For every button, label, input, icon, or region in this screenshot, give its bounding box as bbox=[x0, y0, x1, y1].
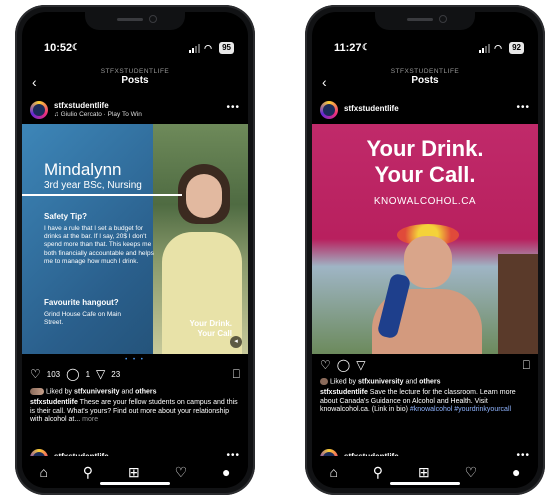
tip-body: I have a rule that I set a budget for dr… bbox=[44, 225, 154, 265]
page-header: ‹ STFXSTUDENTLIFE Posts bbox=[312, 68, 538, 94]
comments-count: 1 bbox=[85, 369, 91, 379]
home-icon[interactable]: ⌂ bbox=[329, 464, 337, 480]
overlay-tagline: Your Drink. Your Call bbox=[189, 319, 232, 338]
battery-indicator: 95 bbox=[219, 42, 234, 54]
liker-avatars bbox=[30, 388, 44, 395]
home-indicator bbox=[390, 482, 460, 485]
post-image[interactable]: Mindalynn 3rd year BSc, Nursing Safety T… bbox=[22, 124, 248, 354]
student-name: Mindalynn bbox=[44, 160, 122, 179]
tip-heading: Safety Tip? bbox=[44, 212, 87, 221]
liked-by-line[interactable]: Liked by stfxuniversity and others bbox=[30, 388, 240, 395]
more-options-icon[interactable]: ••• bbox=[226, 102, 240, 113]
comment-icon[interactable]: ◯ bbox=[66, 367, 79, 381]
comment-icon[interactable]: ◯ bbox=[337, 358, 350, 372]
right-phone-frame: 11:27 ☾ ◠ 92 ‹ STFXSTUDENTLIFE Posts stf… bbox=[305, 5, 545, 495]
profile-icon[interactable]: ● bbox=[222, 464, 230, 480]
home-icon[interactable]: ⌂ bbox=[39, 464, 47, 480]
status-time: 11:27 bbox=[334, 42, 362, 54]
wifi-icon: ◠ bbox=[204, 43, 212, 53]
battery-indicator: 92 bbox=[509, 42, 524, 54]
post-username[interactable]: stfxstudentlife bbox=[344, 104, 399, 113]
music-label[interactable]: ♫ Giulio Cercato · Play To Win bbox=[54, 111, 142, 118]
more-link[interactable]: more bbox=[82, 416, 98, 423]
header-account: STFXSTUDENTLIFE bbox=[390, 68, 460, 75]
left-phone-frame: 10:52 ☾ ◠ 95 ‹ STFXSTUDENTLIFE Posts stf… bbox=[15, 5, 255, 495]
page-title: Posts bbox=[121, 75, 149, 86]
right-notch bbox=[375, 12, 475, 30]
heart-icon[interactable]: ♡ bbox=[320, 358, 331, 372]
shares-count: 23 bbox=[111, 369, 121, 379]
headline-line-1: Your Drink. bbox=[366, 136, 484, 161]
post-username[interactable]: stfxstudentlife bbox=[54, 101, 109, 110]
person-face bbox=[404, 236, 452, 288]
search-icon[interactable]: ⚲ bbox=[83, 464, 93, 481]
liked-by-line[interactable]: Liked by stfxuniversity and others bbox=[320, 378, 530, 385]
brand-url: KNOWALCOHOL.CA bbox=[373, 196, 477, 207]
left-phone-screen: 10:52 ☾ ◠ 95 ‹ STFXSTUDENTLIFE Posts stf… bbox=[22, 12, 248, 488]
header-account: STFXSTUDENTLIFE bbox=[100, 68, 170, 75]
add-post-icon[interactable]: ⊞ bbox=[128, 464, 140, 481]
activity-heart-icon[interactable]: ♡ bbox=[175, 464, 188, 481]
heart-icon[interactable]: ♡ bbox=[30, 367, 41, 381]
caption-username[interactable]: stfxstudentlife bbox=[30, 399, 78, 406]
post-header: stfxstudentlife ••• bbox=[320, 100, 530, 124]
bookmark-icon[interactable]: ⎕ bbox=[523, 358, 530, 373]
likes-count: 103 bbox=[46, 369, 61, 379]
profile-icon[interactable]: ● bbox=[512, 464, 520, 480]
bookmark-icon[interactable]: ⎕ bbox=[233, 367, 240, 382]
right-phone-screen: 11:27 ☾ ◠ 92 ‹ STFXSTUDENTLIFE Posts stf… bbox=[312, 12, 538, 488]
status-bar: 10:52 ☾ ◠ 95 bbox=[38, 42, 234, 56]
home-indicator bbox=[100, 482, 170, 485]
status-bar: 11:27 ☾ ◠ 92 bbox=[328, 42, 524, 56]
hangout-heading: Favourite hangout? bbox=[44, 298, 119, 307]
moon-icon: ☾ bbox=[72, 42, 81, 52]
chevron-left-icon[interactable]: ‹ bbox=[32, 74, 37, 90]
avatar[interactable] bbox=[320, 101, 338, 119]
person-face bbox=[186, 174, 222, 218]
activity-heart-icon[interactable]: ♡ bbox=[465, 464, 478, 481]
post-image[interactable]: Your Drink. Your Call. KNOWALCOHOL.CA bbox=[312, 124, 538, 354]
page-header: ‹ STFXSTUDENTLIFE Posts bbox=[22, 68, 248, 94]
headline-line-2: Your Call. bbox=[374, 162, 476, 187]
post-caption: stfxstudentlife These are your fellow st… bbox=[30, 399, 240, 425]
left-notch bbox=[85, 12, 185, 30]
share-icon[interactable]: ▽ bbox=[96, 367, 105, 381]
caption-hashtags[interactable]: #knowalcohol #yourdrinkyourcall bbox=[410, 406, 511, 413]
status-time: 10:52 bbox=[44, 42, 73, 54]
carousel-dots: • • • bbox=[125, 357, 145, 363]
liker-avatar bbox=[320, 378, 328, 385]
share-icon[interactable]: ▽ bbox=[356, 358, 365, 372]
avatar[interactable] bbox=[30, 101, 48, 119]
post-header: stfxstudentlife ♫ Giulio Cercato · Play … bbox=[30, 100, 240, 124]
more-options-icon[interactable]: ••• bbox=[516, 102, 530, 113]
post-actions: ♡ ◯ ▽ ⎕ bbox=[320, 357, 530, 373]
caption-username[interactable]: stfxstudentlife bbox=[320, 389, 368, 396]
signal-icon bbox=[189, 44, 200, 53]
page-title: Posts bbox=[411, 75, 439, 86]
post-actions: ♡ 103 ◯ 1 ▽ 23 ⎕ bbox=[30, 366, 240, 382]
divider-line bbox=[22, 194, 182, 196]
bystander bbox=[498, 254, 538, 354]
hangout-body: Grind House Cafe on Main Street. bbox=[44, 311, 121, 327]
signal-icon bbox=[479, 44, 490, 53]
mute-icon[interactable]: ◂ bbox=[230, 336, 242, 348]
add-post-icon[interactable]: ⊞ bbox=[418, 464, 430, 481]
post-caption: stfxstudentlife Save the lecture for the… bbox=[320, 389, 530, 415]
wifi-icon: ◠ bbox=[494, 43, 502, 53]
moon-icon: ☾ bbox=[362, 42, 371, 52]
student-program: 3rd year BSc, Nursing bbox=[44, 180, 142, 191]
search-icon[interactable]: ⚲ bbox=[373, 464, 383, 481]
chevron-left-icon[interactable]: ‹ bbox=[322, 74, 327, 90]
